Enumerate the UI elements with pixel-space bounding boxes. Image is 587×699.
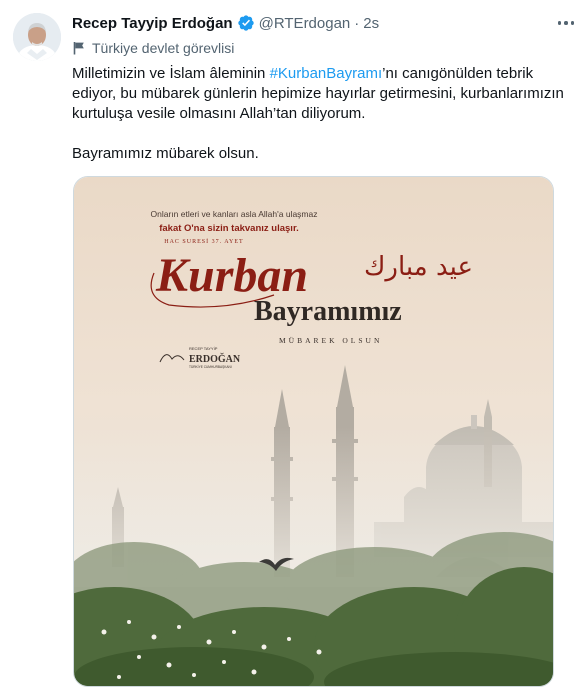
tweet-text: Milletimizin ve İslam âleminin #KurbanBa… <box>72 64 572 164</box>
more-options-button[interactable] <box>551 10 581 36</box>
tweet-paragraph-2: Bayramımız mübarek olsun. <box>72 145 259 162</box>
poster-verse-source: HAC SURESİ 37. AYET <box>164 238 243 245</box>
poster-verse-line2: fakat O'na sizin takvanız ulaşır. <box>159 223 299 234</box>
more-dot <box>564 21 568 25</box>
more-dot <box>570 21 575 25</box>
poster-signature-small: RECEP TAYYİP <box>189 346 218 351</box>
government-label[interactable]: Türkiye devlet görevlisi <box>72 38 234 58</box>
author-handle[interactable]: @RTErdogan <box>259 15 351 32</box>
poster-subtitle: MÜBAREK OLSUN <box>279 336 382 345</box>
poster-signature-title: TÜRKİYE CUMHURBAŞKANI <box>189 364 232 369</box>
more-dot <box>557 21 562 25</box>
poster-arabic-calligraphy: عيد مبارك <box>364 252 473 282</box>
avatar-image <box>13 13 61 61</box>
tweet-text-part: Milletimizin ve İslam âleminin <box>72 65 270 82</box>
separator: · <box>354 14 360 32</box>
government-label-text: Türkiye devlet görevlisi <box>92 40 235 56</box>
poster-verse-line1: Onların etleri ve kanları asla Allah'a u… <box>151 209 318 219</box>
avatar[interactable] <box>13 13 61 61</box>
kurban-bayrami-poster: Onların etleri ve kanları asla Allah'a u… <box>74 177 553 686</box>
hashtag-link[interactable]: #KurbanBayramı <box>270 65 383 82</box>
tweet-time[interactable]: 2s <box>363 15 379 32</box>
poster-signature-name: ERDOĞAN <box>189 352 241 365</box>
author-name[interactable]: Recep Tayyip Erdoğan <box>72 15 233 32</box>
tweet-paragraph-1: Milletimizin ve İslam âleminin #KurbanBa… <box>72 64 572 124</box>
tweet[interactable]: Recep Tayyip Erdoğan @RTErdogan · 2s Tür… <box>0 0 587 699</box>
flag-icon <box>73 42 84 55</box>
poster-title-bayramimiz: Bayramımız <box>254 296 402 327</box>
tweet-media-image[interactable]: Onların etleri ve kanları asla Allah'a u… <box>73 176 554 687</box>
verified-badge-icon[interactable] <box>237 14 255 32</box>
poster-title-kurban: Kurban <box>155 249 308 302</box>
